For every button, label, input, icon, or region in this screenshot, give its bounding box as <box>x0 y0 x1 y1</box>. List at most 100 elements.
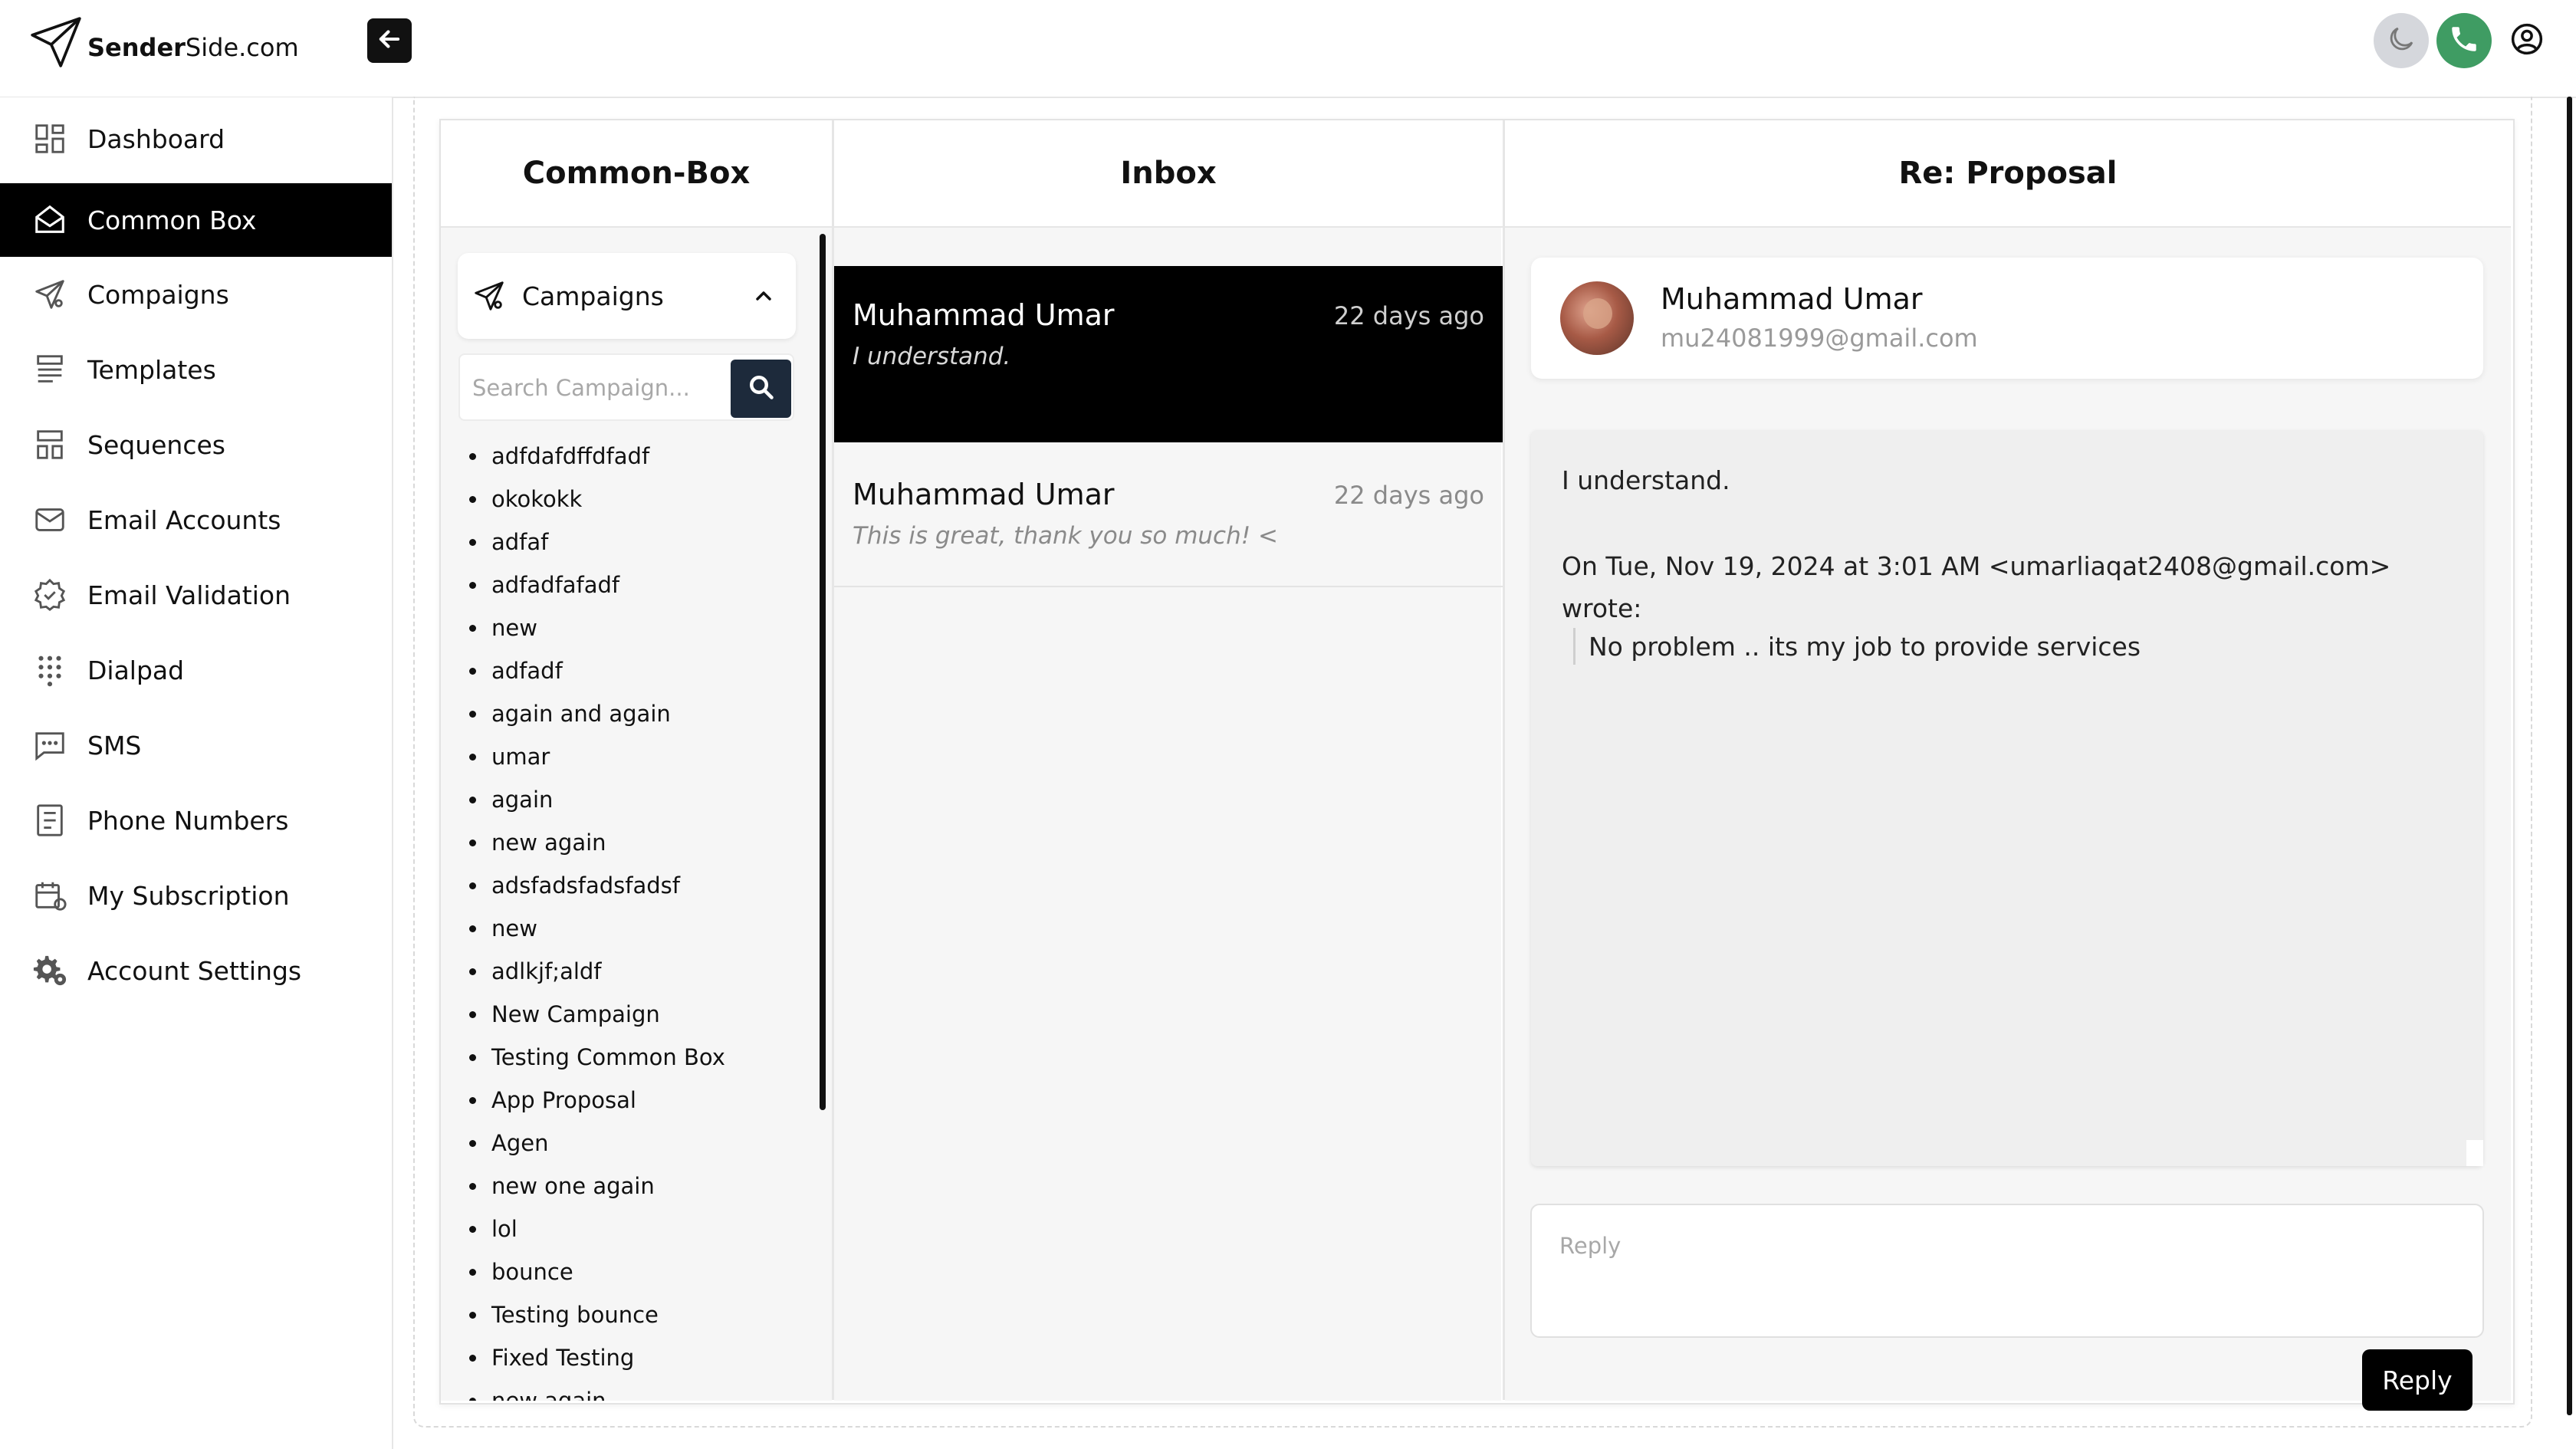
message-snippet: This is great, thank you so much! < <box>853 522 1279 550</box>
sidebar-item-phone-numbers[interactable]: Phone Numbers <box>0 784 392 857</box>
inbox-header: Inbox <box>834 120 1503 228</box>
campaign-item[interactable]: adfdafdffdfadf <box>468 435 805 478</box>
avatar <box>1560 281 1634 355</box>
campaign-search-input[interactable] <box>471 355 704 421</box>
bullet <box>469 839 476 846</box>
inbox-message[interactable]: Muhammad Umar 22 days ago This is great,… <box>834 445 1503 587</box>
bullet <box>469 753 476 761</box>
bullet <box>469 624 476 632</box>
campaign-item[interactable]: new <box>468 606 805 649</box>
sidebar-item-sms[interactable]: SMS <box>0 708 392 782</box>
profile-button[interactable] <box>2499 13 2555 68</box>
campaigns-title: Campaigns <box>522 281 664 311</box>
theme-toggle-button[interactable] <box>2374 13 2429 68</box>
campaign-item[interactable]: new again <box>468 821 805 864</box>
bullet <box>469 1225 476 1233</box>
campaign-list: adfdafdffdfadf okokokk adfaf adfadfafadf… <box>468 435 805 1401</box>
message-snippet: I understand. <box>853 343 1011 370</box>
sidebar-item-sequences[interactable]: Sequences <box>0 408 392 481</box>
sidebar-item-my-subscription[interactable]: My Subscription <box>0 859 392 932</box>
bullet <box>469 452 476 460</box>
dialer-button[interactable] <box>2436 13 2492 68</box>
bullet <box>469 796 476 803</box>
bullet <box>469 667 476 675</box>
sidebar-item-label: Account Settings <box>87 955 302 986</box>
logo[interactable]: SenderSide.com <box>28 14 299 74</box>
column-divider <box>1503 120 1505 1400</box>
campaign-scrollbar[interactable] <box>820 234 826 1110</box>
bullet <box>469 1354 476 1362</box>
sender-name: Muhammad Umar <box>1661 282 1923 316</box>
page-scrollbar[interactable] <box>2567 97 2572 1415</box>
message-time: 22 days ago <box>1333 481 1484 510</box>
detail-header: Re: Proposal <box>1505 120 2511 228</box>
sidebar-item-email-accounts[interactable]: Email Accounts <box>0 483 392 557</box>
bullet <box>469 925 476 932</box>
inbox-message[interactable]: Muhammad Umar 22 days ago I understand. <box>834 266 1503 442</box>
sidebar-item-label: My Subscription <box>87 880 290 911</box>
reply-input[interactable] <box>1530 1204 2484 1338</box>
dialpad-icon <box>31 651 69 689</box>
campaign-item[interactable]: New Campaign <box>468 993 805 1036</box>
sidebar-item-label: Dialpad <box>87 655 185 685</box>
bullet <box>469 1268 476 1276</box>
campaign-item[interactable]: Testing Common Box <box>468 1036 805 1079</box>
sidebar-item-templates[interactable]: Templates <box>0 333 392 406</box>
campaign-item[interactable]: Fixed Testing <box>468 1336 805 1379</box>
chevron-up-icon <box>751 284 776 308</box>
badge-check-icon <box>31 576 69 614</box>
sidebar-item-label: SMS <box>87 730 142 761</box>
send-icon <box>31 275 69 314</box>
body-text: wrote: <box>1562 593 1642 623</box>
sender-card: Muhammad Umar mu24081999@gmail.com <box>1531 258 2483 379</box>
bullet <box>469 581 476 589</box>
campaign-item[interactable]: adsfadsfadsfadsf <box>468 864 805 907</box>
sidebar-item-label: Email Accounts <box>87 504 281 535</box>
campaign-item[interactable]: Agen <box>468 1122 805 1165</box>
campaign-item[interactable]: bounce <box>468 1250 805 1293</box>
bullet <box>469 538 476 546</box>
user-circle-icon <box>2511 23 2543 58</box>
campaigns-toggle[interactable]: Campaigns <box>458 253 796 339</box>
campaign-item[interactable]: adlkjf;aldf <box>468 950 805 993</box>
paper-plane-logo-icon <box>28 14 84 74</box>
campaign-item[interactable]: lol <box>468 1208 805 1250</box>
sidebar-item-dashboard[interactable]: Dashboard <box>0 102 392 176</box>
campaign-item[interactable]: again <box>468 778 805 821</box>
campaign-item[interactable]: again and again <box>468 692 805 735</box>
body-text: On Tue, Nov 19, 2024 at 3:01 AM <umarlia… <box>1562 551 2391 581</box>
sidebar-item-account-settings[interactable]: Account Settings <box>0 934 392 1007</box>
bullet <box>469 495 476 503</box>
bullet <box>469 1053 476 1061</box>
campaign-item[interactable]: Testing bounce <box>468 1293 805 1336</box>
campaign-item[interactable]: adfadf <box>468 649 805 692</box>
sms-icon <box>31 726 69 764</box>
resize-handle[interactable] <box>2466 1140 2483 1166</box>
campaign-item[interactable]: new one again <box>468 1165 805 1208</box>
campaign-item[interactable]: umar <box>468 735 805 778</box>
campaign-item[interactable]: adfadfafadf <box>468 564 805 606</box>
campaign-item[interactable]: new again <box>468 1379 805 1401</box>
reply-button[interactable]: Reply <box>2362 1349 2472 1411</box>
sidebar-item-compaigns[interactable]: Compaigns <box>0 258 392 331</box>
search-icon <box>748 373 775 404</box>
sidebar-item-label: Phone Numbers <box>87 805 289 836</box>
sidebar-item-common-box[interactable]: Common Box <box>0 183 392 257</box>
bullet <box>469 1397 476 1401</box>
campaign-search-button[interactable] <box>731 360 791 418</box>
bullet <box>469 710 476 718</box>
campaign-item[interactable]: adfaf <box>468 521 805 564</box>
campaign-item[interactable]: okokokk <box>468 478 805 521</box>
bullet <box>469 882 476 889</box>
sidebar-item-email-validation[interactable]: Email Validation <box>0 558 392 632</box>
campaign-item[interactable]: new <box>468 907 805 950</box>
top-bar: SenderSide.com <box>0 0 2576 98</box>
sidebar-item-dialpad[interactable]: Dialpad <box>0 633 392 707</box>
campaign-item[interactable]: App Proposal <box>468 1079 805 1122</box>
bullet <box>469 1096 476 1104</box>
campaign-search <box>458 353 794 421</box>
arrow-left-icon <box>375 25 404 57</box>
collapse-sidebar-button[interactable] <box>367 18 412 63</box>
bullet <box>469 1139 476 1147</box>
sidebar: Dashboard Common Box Compaigns Templates… <box>0 97 393 1449</box>
